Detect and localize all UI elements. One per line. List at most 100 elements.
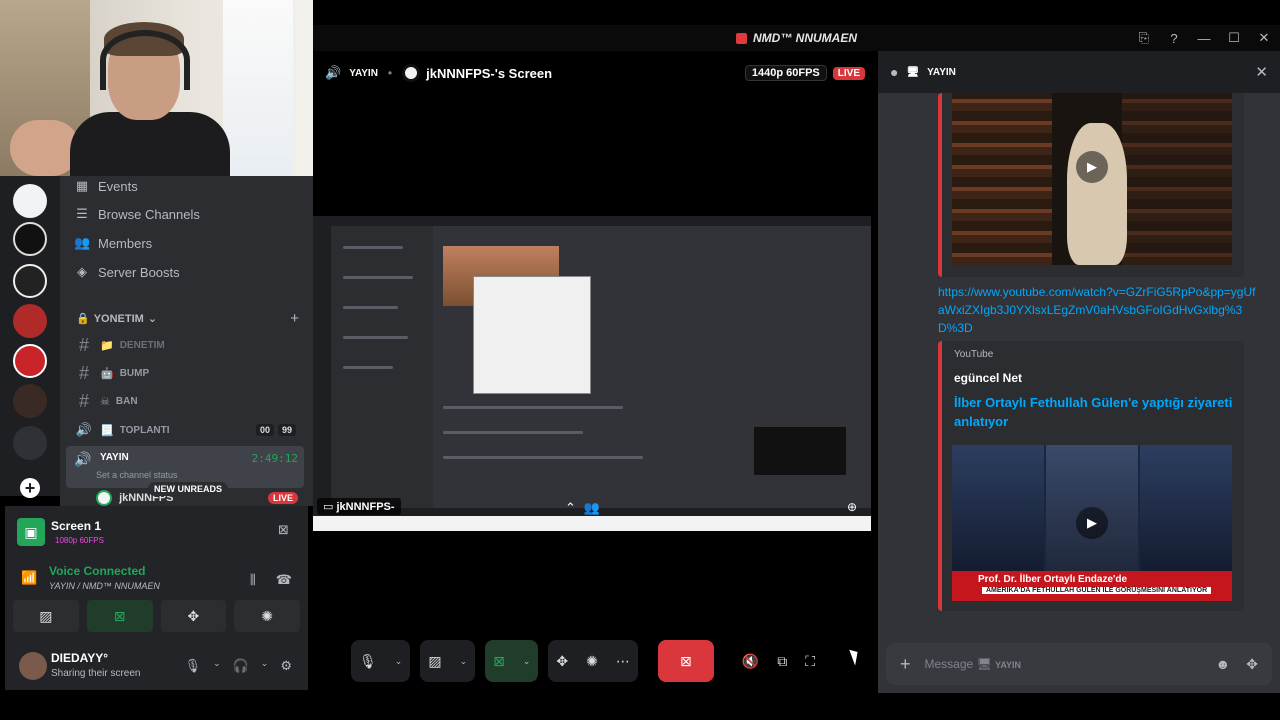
server-icon[interactable]: [13, 264, 47, 298]
zoom-icon[interactable]: ⊕: [847, 500, 857, 514]
chevron-down-icon[interactable]: ⌄: [395, 656, 403, 667]
chat-bubble-icon: ●: [890, 64, 899, 80]
nav-members[interactable]: 👥 Members: [74, 229, 152, 257]
close-chat-icon[interactable]: ✕: [1255, 63, 1268, 81]
close-window-button[interactable]: ✕: [1254, 30, 1274, 46]
server-icon[interactable]: [13, 222, 47, 256]
add-server-icon[interactable]: +: [20, 478, 40, 498]
apps-icon[interactable]: ✥: [1246, 656, 1258, 673]
more-icon[interactable]: ⋯: [616, 653, 630, 670]
calendar-icon: ▦: [75, 178, 89, 193]
mic-group: 🎙 ⌄: [351, 640, 411, 682]
activities-icon[interactable]: ✥: [556, 653, 568, 670]
shared-text-line: [343, 246, 403, 249]
video-thumbnail[interactable]: ▶: [952, 93, 1232, 265]
webcam-shirt: [70, 112, 230, 176]
gear-icon[interactable]: ⚙: [280, 658, 292, 674]
add-channel-icon[interactable]: +: [290, 310, 299, 327]
fullscreen-icon[interactable]: ⛶: [805, 653, 815, 670]
chevron-down-icon[interactable]: ⌄: [523, 656, 531, 667]
server-logo-icon: [736, 32, 747, 44]
voice-icon: 🔊: [325, 65, 342, 80]
shared-screen[interactable]: ▭ jkNNNFPS- ⌃ 👥 ⊕: [313, 216, 871, 531]
server-folder-icon[interactable]: [13, 426, 47, 460]
noise-suppression-icon[interactable]: ⫼: [250, 572, 256, 588]
channel-ban[interactable]: # ☠ BAN: [74, 388, 302, 414]
category-yonetim[interactable]: 🔒 YONETIM ⌄: [76, 312, 157, 326]
channel-denetim[interactable]: # 📁 DENETIM: [74, 332, 302, 358]
bottom-strip: [0, 693, 1280, 720]
soundboard-button[interactable]: ✺: [234, 600, 300, 632]
input-tools: ☻ ✥: [1216, 656, 1258, 673]
stop-share-icon[interactable]: ⊠: [278, 522, 294, 538]
channel-toplanti[interactable]: 🔊 📃 TOPLANTI 00 99: [74, 417, 302, 443]
title-bar: NMD™ NNUMAEN ⎘ ? — ☐ ✕: [313, 25, 1280, 51]
chat-header: ● 🖥 YAYIN ✕: [878, 51, 1280, 93]
camera-off-icon[interactable]: ▨: [428, 653, 441, 670]
channel-emoji-icon: 🖥: [906, 66, 920, 78]
add-attachment-icon[interactable]: +: [900, 654, 911, 675]
inbox-icon[interactable]: ⎘: [1134, 30, 1154, 46]
shared-text-line: [443, 456, 643, 459]
chevron-down-icon[interactable]: ⌄: [213, 658, 221, 674]
minimize-button[interactable]: —: [1194, 31, 1214, 46]
server-icon[interactable]: [13, 384, 47, 418]
youtube-embed-1: ▶: [938, 93, 1244, 277]
youtube-embed-2: YouTube egüncel Net İlber Ortaylı Fethul…: [938, 341, 1244, 611]
server-icon[interactable]: [13, 184, 47, 218]
hash-icon: #: [78, 390, 89, 411]
new-unreads-pill[interactable]: NEW UNREADS: [148, 482, 229, 496]
avatar[interactable]: [19, 652, 47, 680]
disconnect-icon[interactable]: ☎: [276, 572, 292, 588]
message-input[interactable]: + Message 🖥 YAYIN ☻ ✥: [886, 643, 1272, 685]
shared-text-line: [343, 276, 413, 279]
leave-call-button[interactable]: ⊠: [657, 640, 714, 682]
share-group: ⊠ ⌄: [485, 640, 539, 682]
play-icon[interactable]: ▶: [1076, 507, 1108, 539]
chevron-down-icon[interactable]: ⌄: [460, 656, 468, 667]
channel-emoji-icon: 🖥: [976, 657, 992, 671]
emoji-icon[interactable]: ☻: [1216, 656, 1231, 673]
signal-icon: 📶: [21, 570, 38, 585]
voice-controls: ⫼ ☎: [250, 572, 292, 588]
live-badge: LIVE: [268, 492, 299, 504]
server-icon[interactable]: [13, 344, 47, 378]
chevron-up-icon[interactable]: ⌃: [565, 500, 576, 516]
voice-actions: ▨ ⊠ ✥ ✺: [13, 600, 300, 632]
microphone-icon[interactable]: 🎙: [359, 653, 377, 670]
view-controls: 🔇 ⧉ ⛶: [742, 653, 815, 670]
stream-owner-label: ▭ jkNNNFPS-: [317, 498, 401, 515]
shared-dialog: [473, 276, 591, 394]
screen-share-button[interactable]: ⊠: [86, 600, 153, 632]
screen-share-icon[interactable]: ⊠: [493, 653, 505, 670]
headphones-icon[interactable]: 🎧: [233, 658, 249, 674]
nav-events[interactable]: ▦ Events: [74, 176, 138, 200]
help-icon[interactable]: ?: [1164, 31, 1184, 46]
chevron-down-icon[interactable]: ⌄: [261, 658, 269, 674]
window-controls: ⎘ ? — ☐ ✕: [1134, 25, 1274, 51]
channel-bump[interactable]: # 🤖 BUMP: [74, 360, 302, 386]
youtube-link[interactable]: https://www.youtube.com/watch?v=GZrFiG5R…: [938, 283, 1258, 337]
shared-text-line: [443, 431, 583, 434]
browse-channels-icon: ☰: [76, 206, 88, 221]
participants-icon[interactable]: 👥: [584, 500, 600, 516]
nav-browse-channels[interactable]: ☰ Browse Channels: [74, 200, 200, 228]
mute-stream-icon[interactable]: 🔇: [742, 653, 759, 670]
popout-icon[interactable]: ⧉: [777, 653, 787, 670]
microphone-icon[interactable]: 🎙: [185, 658, 202, 674]
play-icon[interactable]: ▶: [1076, 151, 1108, 183]
shared-text-line: [343, 336, 408, 339]
shared-rail: [313, 226, 331, 508]
nav-server-boosts[interactable]: ◈ Server Boosts: [74, 258, 180, 286]
maximize-button[interactable]: ☐: [1224, 30, 1244, 46]
activities-button[interactable]: ✥: [160, 600, 227, 632]
shared-text-line: [343, 306, 398, 309]
webcam-window-light: [223, 0, 293, 176]
user-limit-badge: 00 99: [255, 424, 296, 436]
soundboard-icon[interactable]: ✺: [586, 653, 598, 670]
server-icon[interactable]: [13, 304, 47, 338]
video-thumbnail[interactable]: ▶ Prof. Dr. İlber Ortaylı Endaze'de AMER…: [952, 445, 1232, 601]
members-icon: 👥: [74, 235, 91, 250]
tv-caption-bar: Prof. Dr. İlber Ortaylı Endaze'de AMERİK…: [952, 571, 1232, 601]
camera-off-button[interactable]: ▨: [13, 600, 79, 632]
